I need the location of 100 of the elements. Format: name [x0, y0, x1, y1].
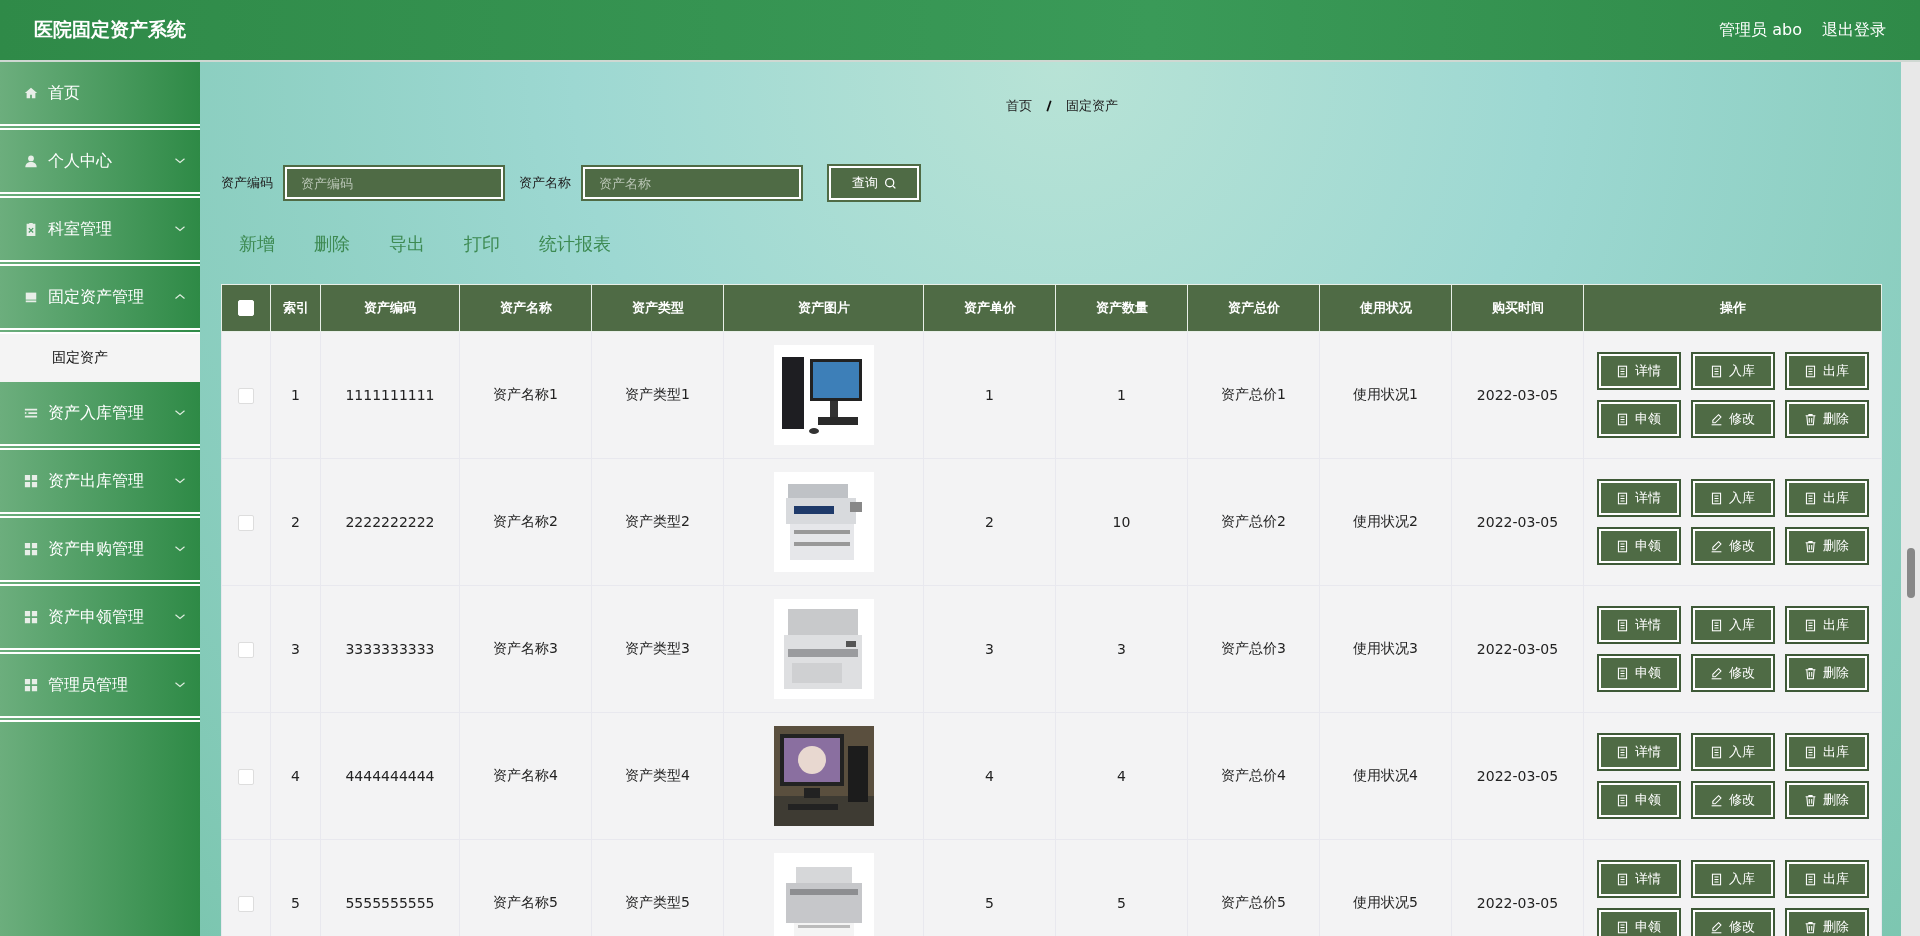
table-cell: 2022-03-05: [1451, 331, 1584, 459]
scrollbar[interactable]: [1901, 62, 1920, 936]
row-action-button[interactable]: 修改: [1690, 654, 1775, 692]
row-action-button[interactable]: 入库: [1690, 606, 1775, 644]
breadcrumb-item[interactable]: 首页: [1005, 97, 1032, 115]
table-cell: 3: [270, 585, 321, 713]
search-field[interactable]: 资产名称: [581, 165, 803, 201]
row-action-button[interactable]: 申领: [1596, 527, 1681, 565]
clipboard-icon: [24, 222, 38, 236]
document-icon: [1804, 491, 1817, 505]
row-action-button[interactable]: 详情: [1596, 606, 1681, 644]
table-cell: 资产类型4: [591, 712, 724, 840]
row-action-button[interactable]: 详情: [1596, 733, 1681, 771]
trash-icon: [1804, 793, 1817, 807]
pencil-icon: [1710, 920, 1723, 934]
sidebar-subitem[interactable]: 固定资产: [0, 334, 200, 382]
table-cell: 资产类型1: [591, 331, 724, 459]
table-cell: 资产类型2: [591, 458, 724, 586]
row-action-button[interactable]: 出库: [1784, 479, 1869, 517]
search-button[interactable]: 查询: [827, 164, 921, 202]
column-header: 资产单价: [923, 284, 1056, 332]
search-field[interactable]: 资产编码: [283, 165, 505, 201]
breadcrumb-item: 固定资产: [1065, 97, 1118, 115]
row-action-button[interactable]: 修改: [1690, 400, 1775, 438]
document-icon: [1616, 745, 1629, 759]
row-action-button[interactable]: 修改: [1690, 527, 1775, 565]
trash-icon: [1804, 666, 1817, 680]
row-action-button[interactable]: 申领: [1596, 908, 1681, 936]
grid-icon: [24, 542, 38, 556]
row-action-button[interactable]: 删除: [1784, 908, 1869, 936]
table-cell: 3: [923, 585, 1056, 713]
pencil-icon: [1710, 793, 1723, 807]
row-checkbox[interactable]: [238, 895, 254, 912]
row-action-button[interactable]: 出库: [1784, 733, 1869, 771]
column-header: 资产图片: [723, 284, 924, 332]
column-header: 索引: [270, 284, 321, 332]
document-icon: [1804, 745, 1817, 759]
table-cell: 1111111111: [320, 331, 460, 459]
pencil-icon: [1710, 666, 1723, 680]
table-cell: 使用状况4: [1319, 712, 1452, 840]
column-header: 资产数量: [1055, 284, 1188, 332]
column-header: 资产类型: [591, 284, 724, 332]
row-action-button[interactable]: 入库: [1690, 479, 1775, 517]
row-action-button[interactable]: 申领: [1596, 781, 1681, 819]
user-name: 管理员 abo: [1719, 19, 1802, 41]
search-icon: [883, 176, 897, 190]
row-action-button[interactable]: 删除: [1784, 400, 1869, 438]
column-header: 资产名称: [459, 284, 592, 332]
table-cell: 资产名称4: [459, 712, 592, 840]
trash-icon: [1804, 412, 1817, 426]
document-icon: [1616, 872, 1629, 886]
document-icon: [1616, 364, 1629, 378]
tray-icon: [24, 290, 38, 304]
table-cell: 1: [1055, 331, 1188, 459]
row-action-button[interactable]: 删除: [1784, 654, 1869, 692]
column-header: 使用状况: [1319, 284, 1452, 332]
field-label: 资产名称: [519, 174, 571, 192]
row-checkbox[interactable]: [238, 768, 254, 785]
row-checkbox[interactable]: [238, 514, 254, 531]
column-header: 购买时间: [1451, 284, 1584, 332]
row-action-button[interactable]: 出库: [1784, 860, 1869, 898]
row-checkbox[interactable]: [238, 387, 254, 404]
document-icon: [1616, 412, 1629, 426]
row-action-button[interactable]: 修改: [1690, 781, 1775, 819]
table-cell: 资产总价2: [1187, 458, 1320, 586]
row-action-button[interactable]: 详情: [1596, 860, 1681, 898]
row-action-button[interactable]: 删除: [1784, 781, 1869, 819]
row-action-button[interactable]: 入库: [1690, 733, 1775, 771]
document-icon: [1710, 745, 1723, 759]
row-action-button[interactable]: 出库: [1784, 606, 1869, 644]
document-icon: [1616, 539, 1629, 553]
document-icon: [1804, 872, 1817, 886]
select-all-checkbox[interactable]: [238, 300, 254, 317]
pencil-icon: [1710, 412, 1723, 426]
row-action-button[interactable]: 删除: [1784, 527, 1869, 565]
table-cell: 资产总价1: [1187, 331, 1320, 459]
row-action-button[interactable]: 入库: [1690, 352, 1775, 390]
row-action-button[interactable]: 申领: [1596, 400, 1681, 438]
row-action-button[interactable]: 详情: [1596, 352, 1681, 390]
table-cell: 2022-03-05: [1451, 585, 1584, 713]
row-action-button[interactable]: 申领: [1596, 654, 1681, 692]
document-icon: [1616, 920, 1629, 934]
trash-icon: [1804, 920, 1817, 934]
table-cell: 资产类型3: [591, 585, 724, 713]
table-cell: 资产名称3: [459, 585, 592, 713]
row-action-button[interactable]: 详情: [1596, 479, 1681, 517]
scrollbar-thumb[interactable]: [1907, 548, 1915, 598]
table-cell: 使用状况3: [1319, 585, 1452, 713]
table-cell: 使用状况2: [1319, 458, 1452, 586]
row-action-button[interactable]: 出库: [1784, 352, 1869, 390]
table-cell: 3333333333: [320, 585, 460, 713]
row-action-button[interactable]: 入库: [1690, 860, 1775, 898]
row-checkbox[interactable]: [238, 641, 254, 658]
table-cell: 4: [1055, 712, 1188, 840]
document-icon: [1616, 666, 1629, 680]
document-icon: [1804, 618, 1817, 632]
table-cell: 2: [270, 458, 321, 586]
document-icon: [1710, 618, 1723, 632]
logout-link[interactable]: 退出登录: [1822, 19, 1886, 41]
row-action-button[interactable]: 修改: [1690, 908, 1775, 936]
